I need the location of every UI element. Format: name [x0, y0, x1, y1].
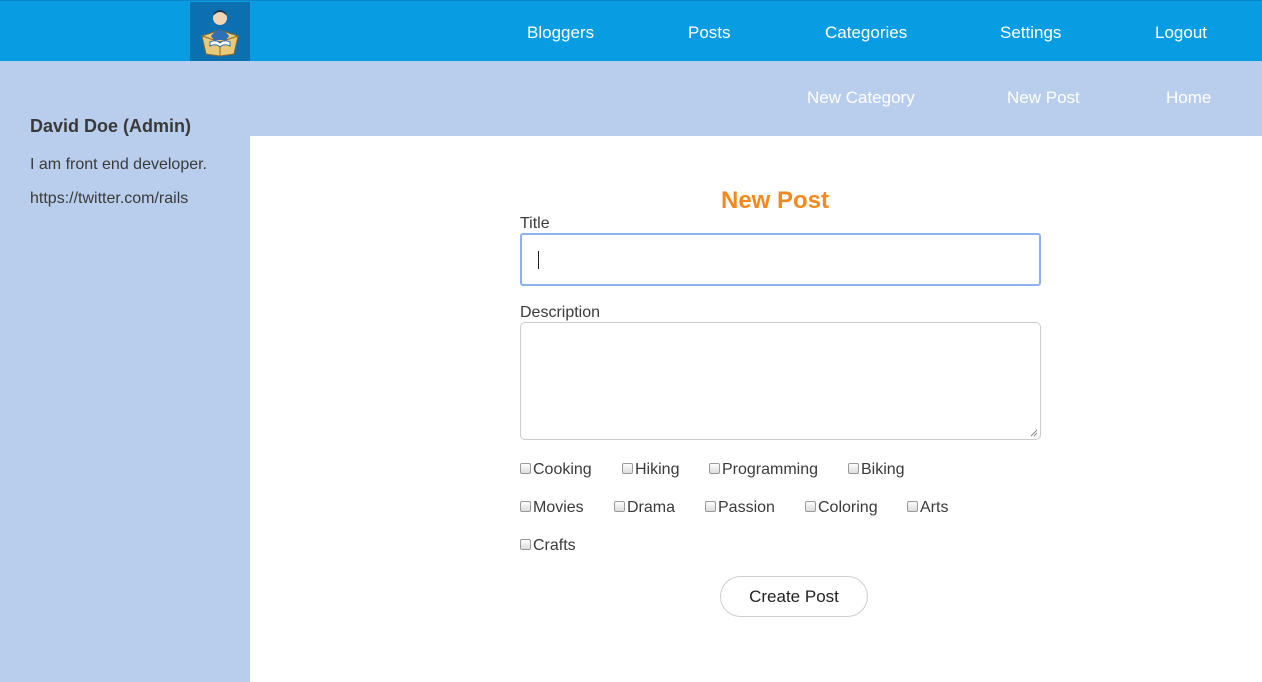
author-name: David Doe (Admin): [30, 116, 192, 136]
checkbox-icon[interactable]: [709, 462, 720, 474]
category-label: Cooking: [533, 461, 592, 478]
subnav-new-category[interactable]: New Category: [807, 88, 915, 108]
sidebar: David Doe (Admin) I am front end develop…: [0, 61, 250, 682]
nav-categories[interactable]: Categories: [825, 1, 907, 62]
nav-settings[interactable]: Settings: [1000, 1, 1061, 62]
checkbox-icon[interactable]: [622, 462, 633, 474]
category-label: Passion: [718, 499, 775, 516]
category-label: Arts: [920, 499, 949, 516]
category-label: Movies: [533, 499, 584, 516]
description-label: Description: [520, 304, 601, 321]
category-checkbox-arts[interactable]: Arts: [907, 499, 948, 517]
category-label: Drama: [627, 499, 676, 516]
category-checkbox-biking[interactable]: Biking: [848, 461, 905, 479]
checkbox-icon[interactable]: [520, 500, 531, 512]
text-caret: [538, 251, 539, 269]
description-textarea[interactable]: [520, 322, 1041, 440]
checkbox-icon[interactable]: [520, 538, 531, 550]
checkbox-icon[interactable]: [705, 500, 716, 512]
nav-bloggers[interactable]: Bloggers: [527, 1, 594, 62]
category-checkbox-programming[interactable]: Programming: [709, 461, 818, 479]
category-label: Crafts: [533, 537, 576, 554]
category-checkbox-movies[interactable]: Movies: [520, 499, 584, 517]
category-checkbox-hiking[interactable]: Hiking: [622, 461, 679, 479]
checkbox-icon[interactable]: [614, 500, 625, 512]
category-label: Programming: [722, 461, 819, 478]
checkbox-icon[interactable]: [907, 500, 918, 512]
category-checkbox-crafts[interactable]: Crafts: [520, 537, 576, 555]
subnav-home[interactable]: Home: [1166, 88, 1211, 108]
category-checkbox-passion[interactable]: Passion: [705, 499, 775, 517]
category-label: Coloring: [818, 499, 878, 516]
author-link[interactable]: https://twitter.com/rails: [30, 190, 188, 208]
checkbox-icon[interactable]: [805, 500, 816, 512]
top-navbar: Bloggers Posts Categories Settings Logou…: [0, 0, 1262, 62]
nav-logout[interactable]: Logout: [1155, 1, 1207, 62]
category-checkbox-drama[interactable]: Drama: [614, 499, 675, 517]
nav-posts[interactable]: Posts: [688, 1, 731, 62]
subnav-new-post[interactable]: New Post: [1007, 88, 1080, 108]
checkbox-icon[interactable]: [520, 462, 531, 474]
resize-handle-icon[interactable]: [1030, 429, 1038, 437]
title-input[interactable]: [520, 233, 1041, 286]
author-bio: I am front end developer.: [30, 156, 207, 173]
category-checkbox-cooking[interactable]: Cooking: [520, 461, 592, 479]
category-checkbox-coloring[interactable]: Coloring: [805, 499, 878, 517]
checkbox-icon[interactable]: [848, 462, 859, 474]
sub-navbar: New Category New Post Home: [250, 61, 1262, 136]
title-label: Title: [520, 215, 550, 232]
logo-icon[interactable]: [190, 2, 250, 62]
create-post-button[interactable]: Create Post: [720, 576, 868, 617]
page-title: New Post: [720, 187, 830, 214]
category-label: Biking: [861, 461, 905, 478]
category-label: Hiking: [635, 461, 680, 478]
